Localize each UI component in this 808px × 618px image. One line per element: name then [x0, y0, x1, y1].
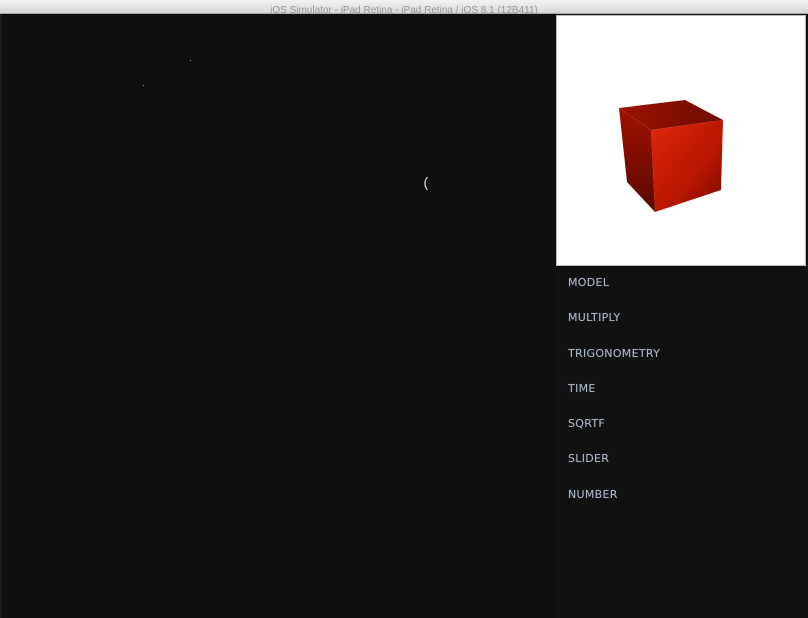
stray-pixel: [143, 85, 144, 86]
menu-item-time[interactable]: TIME: [568, 382, 660, 417]
menu-item-slider[interactable]: SLIDER: [568, 452, 660, 487]
render-canvas[interactable]: (: [2, 14, 555, 618]
menu-item-sqrtf[interactable]: SQRTF: [568, 417, 660, 452]
menu-item-multiply[interactable]: MULTIPLY: [568, 311, 660, 346]
menu-item-model[interactable]: MODEL: [568, 276, 660, 311]
title-bar[interactable]: iOS Simulator - iPad Retina - iPad Retin…: [0, 0, 808, 16]
menu-item-number[interactable]: NUMBER: [568, 488, 660, 523]
cube-icon: [619, 100, 723, 212]
model-preview[interactable]: [556, 15, 806, 266]
function-menu: MODEL MULTIPLY TRIGONOMETRY TIME SQRTF S…: [568, 276, 660, 523]
text-cursor-icon: (: [422, 176, 431, 192]
device-screen: (MODEL MULTIPLY TRIGONOMETRY TIME SQRTF…: [0, 14, 808, 618]
stray-pixel: [190, 60, 191, 61]
simulator-window: iOS Simulator - iPad Retina - iPad Retin…: [0, 0, 808, 618]
menu-item-trigonometry[interactable]: TRIGONOMETRY: [568, 347, 660, 382]
